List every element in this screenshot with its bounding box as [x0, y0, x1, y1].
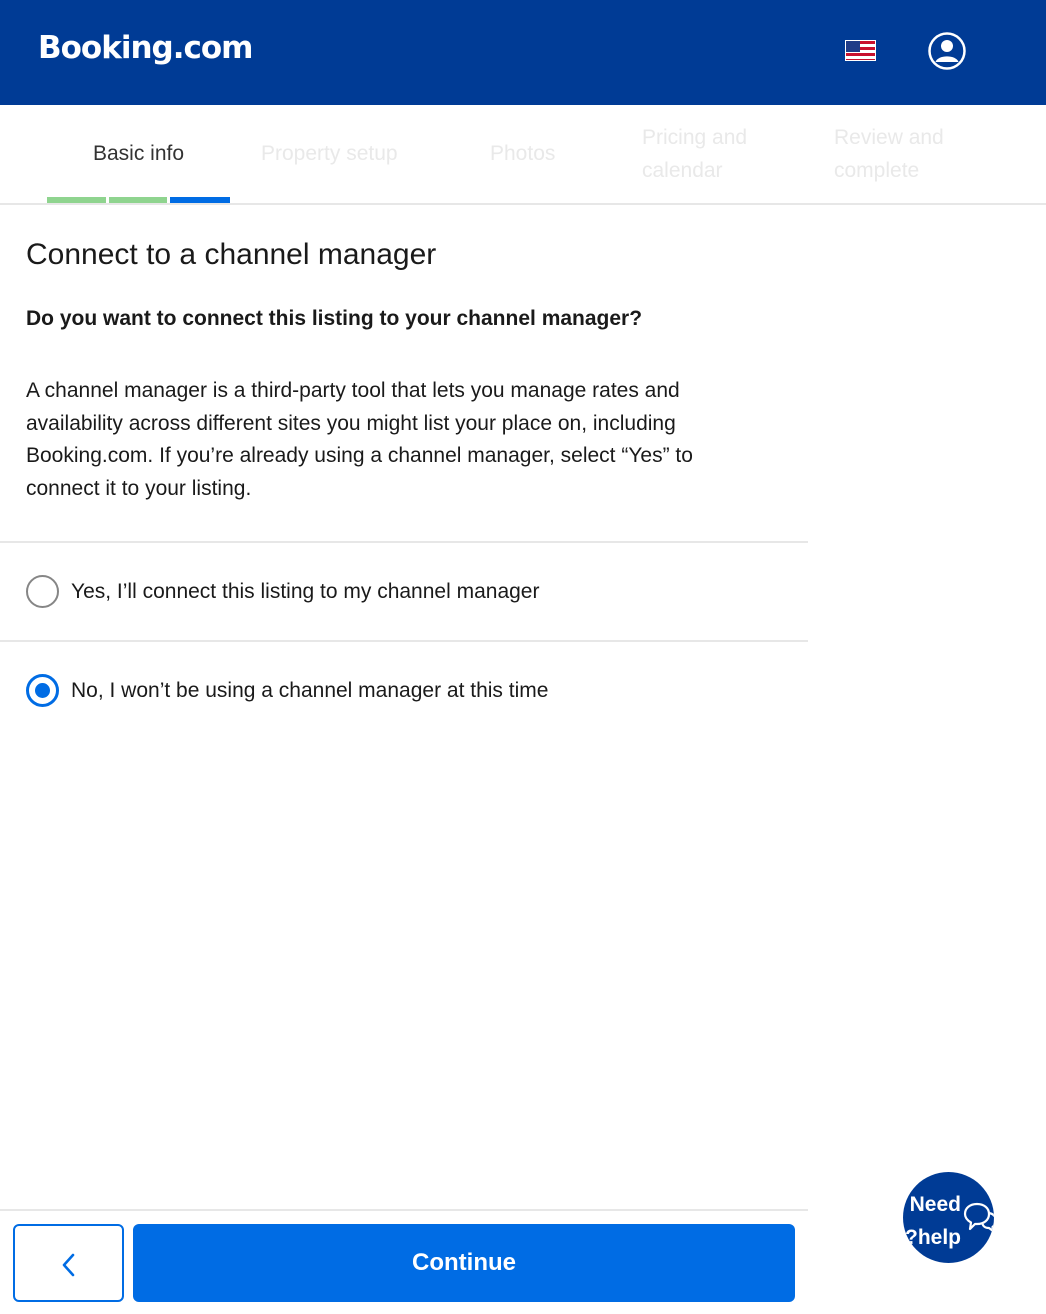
option-label-no: No, I won’t be using a channel manager a… [71, 679, 549, 702]
step-label-line2: calendar [642, 159, 723, 182]
step-photos[interactable]: Photos [490, 137, 555, 170]
need-help-button[interactable]: Need help? [903, 1172, 994, 1263]
booking-logo[interactable]: Booking.com [38, 30, 253, 66]
step-label: Basic info [93, 142, 185, 165]
continue-button[interactable]: Continue [133, 1224, 795, 1302]
page-title: Connect to a channel manager [26, 238, 437, 271]
progress-segment-complete [47, 197, 106, 203]
footer-divider [0, 1209, 808, 1211]
chevron-left-icon [62, 1253, 75, 1277]
question-heading: Do you want to connect this listing to y… [26, 307, 643, 330]
step-label-line2: complete [834, 159, 920, 182]
step-basic-info[interactable]: Basic info [93, 137, 184, 170]
top-navigation-bar: Booking.com [0, 0, 1046, 105]
step-navigation: Basic info Property setup Photos Pricing… [0, 105, 1046, 205]
radio-no[interactable] [26, 674, 59, 707]
description-text: A channel manager is a third-party tool … [26, 379, 693, 500]
step-label: Photos [490, 142, 556, 165]
progress-segment-current [170, 197, 230, 203]
option-label-yes: Yes, I’ll connect this listing to my cha… [71, 580, 540, 603]
progress-segment-complete [109, 197, 167, 203]
radio-yes[interactable] [26, 575, 59, 608]
us-flag-icon[interactable] [845, 40, 876, 61]
back-button[interactable] [13, 1224, 124, 1302]
account-icon[interactable] [927, 31, 967, 71]
option-no-channel-manager[interactable]: No, I won’t be using a channel manager a… [0, 642, 808, 740]
step-pricing-and-calendar[interactable]: Pricing and calendar [642, 121, 747, 187]
step-label: Pricing and [642, 126, 748, 149]
step-review-and-complete[interactable]: Review and complete [834, 121, 944, 187]
step-label: Review and [834, 126, 944, 149]
help-label: Need help? [905, 1193, 961, 1249]
step-label: Property setup [261, 142, 398, 165]
chat-bubble-icon [963, 1202, 994, 1233]
step-property-setup[interactable]: Property setup [261, 137, 398, 170]
option-yes-connect[interactable]: Yes, I’ll connect this listing to my cha… [0, 543, 808, 641]
